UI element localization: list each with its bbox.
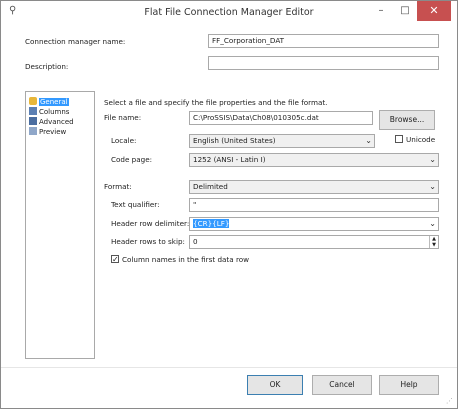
format-select[interactable]: Delimited ⌄ bbox=[189, 180, 439, 194]
unicode-label: Unicode bbox=[406, 135, 436, 144]
resize-grip-icon[interactable]: ⋰ bbox=[446, 397, 453, 405]
maximize-button[interactable]: □ bbox=[393, 1, 417, 21]
help-button[interactable]: Help bbox=[379, 375, 439, 395]
nav-item-advanced[interactable]: Advanced bbox=[29, 117, 74, 126]
code-page-label: Code page: bbox=[111, 155, 153, 164]
header-delimiter-select[interactable]: {CR}{LF} ⌄ bbox=[189, 217, 439, 231]
description-label: Description: bbox=[25, 62, 69, 71]
minimize-button[interactable]: – bbox=[369, 1, 393, 21]
close-button[interactable]: ✕ bbox=[417, 1, 451, 21]
file-name-label: File name: bbox=[104, 113, 142, 122]
column-names-checkbox[interactable]: ✓ bbox=[111, 255, 119, 264]
nav-panel: General Columns Advanced Preview bbox=[25, 91, 95, 359]
general-icon bbox=[29, 97, 37, 105]
locale-select[interactable]: English (United States) ⌄ bbox=[189, 134, 375, 148]
text-qualifier-label: Text qualifier: bbox=[111, 200, 160, 209]
nav-item-label: Advanced bbox=[39, 118, 74, 126]
nav-item-label: Columns bbox=[39, 108, 70, 116]
preview-icon bbox=[29, 127, 37, 135]
description-input[interactable] bbox=[208, 56, 439, 70]
columns-icon bbox=[29, 107, 37, 115]
format-label: Format: bbox=[104, 182, 132, 191]
nav-item-general[interactable]: General bbox=[29, 97, 69, 106]
chevron-down-icon: ⌄ bbox=[429, 182, 436, 191]
footer-divider bbox=[1, 367, 457, 368]
connection-name-label: Connection manager name: bbox=[25, 37, 126, 46]
header-delimiter-label: Header row delimiter: bbox=[111, 219, 190, 228]
file-name-input[interactable]: C:\ProSSIS\Data\Ch08\010305c.dat bbox=[189, 111, 373, 125]
locale-label: Locale: bbox=[111, 136, 137, 145]
locale-value: English (United States) bbox=[193, 136, 276, 145]
spin-arrows-icon[interactable]: ▲ ▼ bbox=[429, 236, 438, 248]
cancel-button[interactable]: Cancel bbox=[312, 375, 372, 395]
column-names-label: Column names in the first data row bbox=[122, 255, 250, 264]
advanced-icon bbox=[29, 117, 37, 125]
nav-item-label: General bbox=[39, 98, 69, 106]
connection-name-input[interactable]: FF_Corporation_DAT bbox=[208, 34, 439, 48]
nav-item-columns[interactable]: Columns bbox=[29, 107, 69, 116]
text-qualifier-input[interactable]: " bbox=[189, 198, 439, 212]
format-value: Delimited bbox=[193, 182, 228, 191]
nav-item-label: Preview bbox=[39, 128, 67, 136]
unicode-checkbox[interactable] bbox=[395, 135, 403, 143]
chevron-down-icon: ⌄ bbox=[365, 136, 372, 145]
ok-button[interactable]: OK bbox=[247, 375, 303, 395]
header-skip-label: Header rows to skip: bbox=[111, 237, 185, 246]
header-skip-stepper[interactable]: 0 ▲ ▼ bbox=[189, 235, 439, 249]
nav-item-preview[interactable]: Preview bbox=[29, 127, 66, 136]
title-bar: ⚲ Flat File Connection Manager Editor – … bbox=[1, 1, 457, 25]
editor-window: ⚲ Flat File Connection Manager Editor – … bbox=[0, 0, 458, 409]
chevron-down-icon: ⌄ bbox=[429, 219, 436, 228]
chevron-down-icon: ⌄ bbox=[429, 155, 436, 164]
browse-button[interactable]: Browse... bbox=[379, 110, 435, 130]
general-instruction: Select a file and specify the file prope… bbox=[104, 98, 328, 107]
code-page-value: 1252 (ANSI - Latin I) bbox=[193, 155, 266, 164]
header-skip-value: 0 bbox=[193, 237, 198, 246]
header-delimiter-value: {CR}{LF} bbox=[193, 219, 230, 228]
code-page-select[interactable]: 1252 (ANSI - Latin I) ⌄ bbox=[189, 153, 439, 167]
